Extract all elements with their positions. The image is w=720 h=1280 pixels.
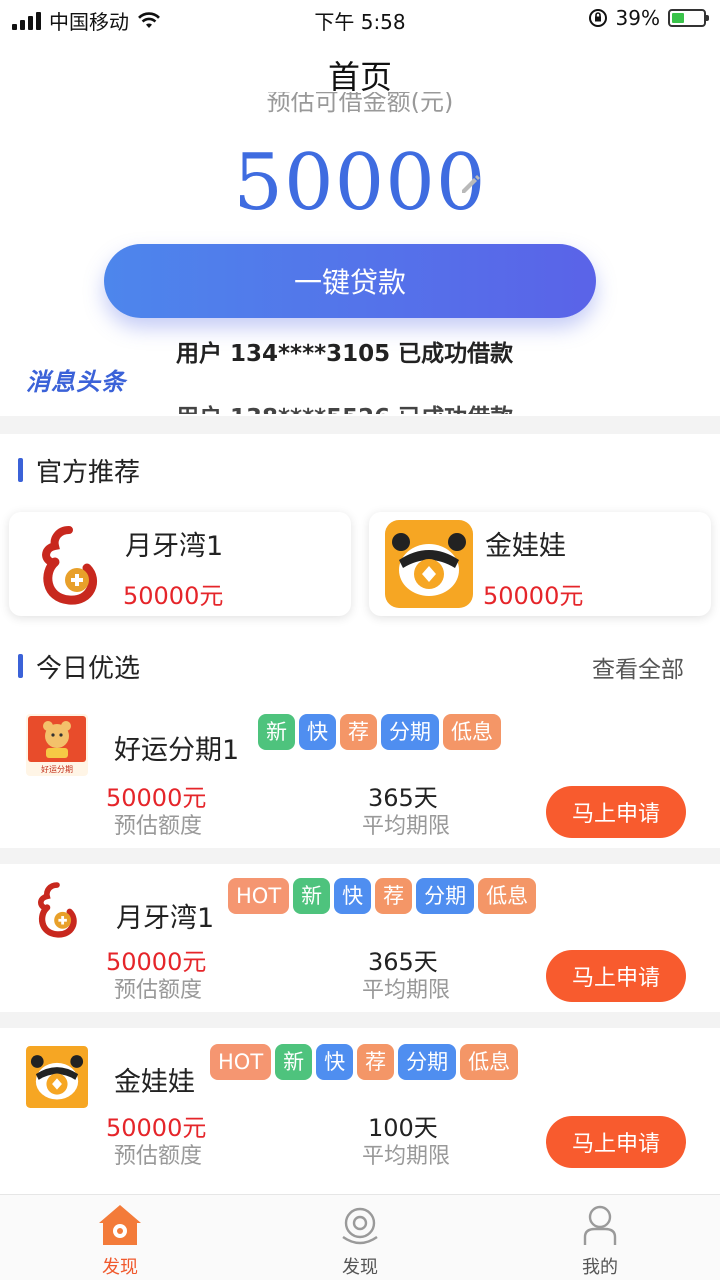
tag-hot: HOT [228,878,290,914]
good-luck-logo-icon: 好运分期 [26,714,88,776]
section-divider [0,416,720,434]
section-accent-bar [18,458,23,482]
tag-fast: 快 [299,714,336,750]
panda-logo-icon [385,520,473,608]
official-section-header: 官方推荐 [0,450,720,490]
product-tags: HOT 新 快 荐 分期 低息 [210,1044,519,1080]
tab-home[interactable]: 发现 [60,1203,180,1279]
apply-now-button[interactable]: 马上申请 [546,1116,686,1168]
tag-hot: HOT [210,1044,272,1080]
section-title: 今日优选 [36,654,141,684]
today-section-header: 今日优选 查看全部 [0,646,720,686]
product-term-label: 平均期限 [362,978,451,1003]
product-name: 金娃娃 [114,1067,195,1098]
loan-amount: 50000 [233,138,487,228]
recommend-card-moon-bay[interactable]: 月牙湾1 50000元 [9,512,351,616]
product-name: 月牙湾1 [116,903,215,934]
moon-bay-logo-icon [42,526,97,605]
ticker-item: 用户 138****5526 已成功借款 [176,400,576,414]
view-all-link[interactable]: 查看全部 [592,650,684,684]
recommend-name: 月牙湾1 [125,531,224,562]
product-amount-label: 预估额度 [114,1144,203,1169]
tag-recommend: 荐 [340,714,377,750]
status-right: 39% [588,6,709,30]
tab-label: 发现 [342,1257,378,1278]
recommend-card-panda[interactable]: 金娃娃 50000元 [369,512,711,616]
tag-new: 新 [258,714,295,750]
tag-installment: 分期 [398,1044,457,1080]
panda-logo-icon [26,1046,88,1108]
section-divider [0,848,720,864]
moon-bay-logo-icon [38,882,77,938]
section-divider [0,1012,720,1028]
section-accent-bar [18,654,23,678]
hero-caption: 预估可借金额(元) [0,92,720,120]
product-amount-label: 预估额度 [114,814,203,839]
orientation-lock-icon [588,9,607,27]
product-term-label: 平均期限 [362,1144,451,1169]
tag-installment: 分期 [416,878,475,914]
tag-low-interest: 低息 [443,714,501,750]
tag-new: 新 [275,1044,313,1080]
tag-low-interest: 低息 [460,1044,519,1080]
tab-mine[interactable]: 我的 [540,1203,660,1279]
product-card: 月牙湾1 HOT 新 快 荐 分期 低息 50000元 预估额度 365天 平均… [0,866,720,1016]
product-tags: 新 快 荐 分期 低息 [258,714,501,750]
one-click-loan-button[interactable]: 一键贷款 [104,244,596,318]
tag-new: 新 [293,878,331,914]
tab-label: 我的 [582,1257,618,1278]
product-tags: HOT 新 快 荐 分期 低息 [228,878,537,914]
tag-recommend: 荐 [375,878,413,914]
section-title: 官方推荐 [36,458,141,488]
tag-installment: 分期 [381,714,439,750]
battery-level-fill [672,13,684,23]
product-card: 好运分期 好运分期1 新 快 荐 分期 低息 50000元 预估额度 365天 … [0,702,720,852]
recommend-amount: 50000元 [483,582,584,610]
success-ticker: 用户 134****3105 已成功借款 用户 138****5526 已成功借… [176,336,576,414]
recommend-amount: 50000元 [123,582,224,610]
home-icon [99,1205,141,1245]
product-term-label: 平均期限 [362,814,451,839]
product-amount-label: 预估额度 [114,978,203,1003]
pencil-edit-icon[interactable] [458,170,484,196]
news-headline-label: 消息头条 [26,368,126,396]
battery-icon [668,9,709,27]
tab-discover[interactable]: 发现 [300,1203,420,1279]
tag-low-interest: 低息 [478,878,537,914]
tag-fast: 快 [334,878,372,914]
apply-now-button[interactable]: 马上申请 [546,786,686,838]
tag-recommend: 荐 [357,1044,395,1080]
tab-label: 发现 [102,1257,138,1278]
product-name: 好运分期1 [114,735,240,766]
profile-icon [583,1205,617,1245]
recommend-name: 金娃娃 [485,531,566,562]
status-bar: 中国移动 下午 5:58 39% [0,0,720,40]
ticker-item: 用户 134****3105 已成功借款 [176,341,514,367]
bottom-tab-bar: 发现 发现 我的 [0,1194,720,1280]
apply-now-button[interactable]: 马上申请 [546,950,686,1002]
battery-percent: 39% [615,6,660,30]
hero-caption-text: 预估可借金额(元) [266,92,454,116]
good-luck-logo-caption: 好运分期 [41,764,73,774]
product-card: 金娃娃 HOT 新 快 荐 分期 低息 50000元 预估额度 100天 平均期… [0,1032,720,1182]
tag-fast: 快 [316,1044,354,1080]
discover-icon [342,1207,378,1245]
